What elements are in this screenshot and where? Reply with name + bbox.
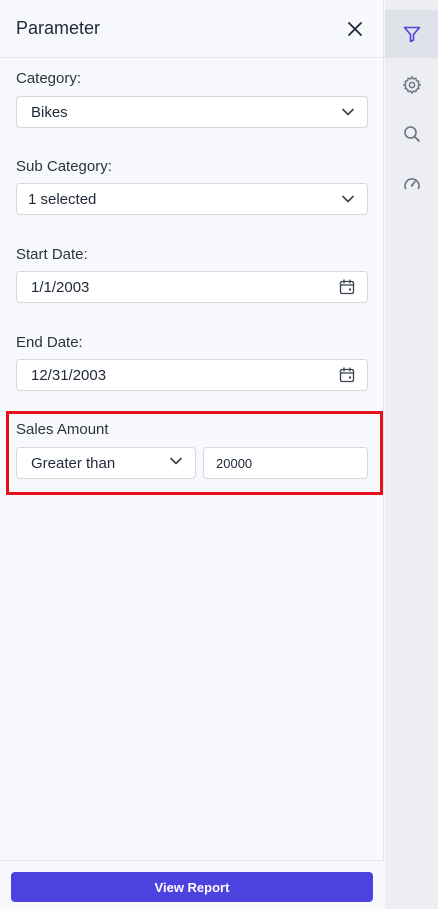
- calendar-icon[interactable]: [339, 367, 355, 383]
- sales-amount-operator-dropdown[interactable]: Greater than: [16, 447, 196, 479]
- sales-amount-label: Sales Amount: [16, 421, 109, 438]
- chevron-down-icon: [341, 192, 355, 206]
- panel-title: Parameter: [16, 18, 101, 38]
- panel-footer: View Report: [0, 860, 384, 909]
- end-date-label: End Date:: [16, 334, 83, 351]
- panel-header: Parameter: [0, 0, 383, 58]
- start-date-input[interactable]: 1/1/2003: [16, 271, 368, 303]
- rail-settings-button[interactable]: [385, 61, 438, 109]
- gear-icon: [402, 76, 421, 94]
- filter-icon: [403, 26, 420, 43]
- end-date-input[interactable]: 12/31/2003: [16, 359, 368, 391]
- rail-filter-button[interactable]: [385, 10, 438, 58]
- view-report-button[interactable]: View Report: [11, 872, 373, 902]
- sub-category-dropdown[interactable]: 1 selected: [16, 183, 368, 215]
- close-icon: [348, 21, 362, 36]
- rail-search-button[interactable]: [385, 110, 438, 158]
- sub-category-label: Sub Category:: [16, 158, 112, 175]
- sales-amount-operator-value: Greater than: [31, 454, 116, 472]
- category-value: Bikes: [31, 103, 68, 121]
- end-date-value: 12/31/2003: [31, 366, 107, 384]
- sales-amount-value-input[interactable]: [203, 447, 368, 479]
- chevron-down-icon: [341, 105, 355, 119]
- calendar-icon[interactable]: [339, 279, 355, 295]
- gauge-icon: [403, 178, 420, 190]
- sub-category-value: 1 selected: [28, 190, 97, 208]
- side-rail: [385, 0, 438, 909]
- start-date-value: 1/1/2003: [31, 278, 90, 296]
- start-date-label: Start Date:: [16, 246, 88, 263]
- category-label: Category:: [16, 70, 82, 87]
- rail-gauge-button[interactable]: [385, 160, 438, 208]
- category-dropdown[interactable]: Bikes: [16, 96, 368, 128]
- parameter-panel: Parameter Category: Bikes Sub Category: …: [0, 0, 384, 909]
- search-icon: [403, 126, 420, 142]
- chevron-down-icon: [169, 454, 183, 472]
- close-button[interactable]: [343, 17, 367, 41]
